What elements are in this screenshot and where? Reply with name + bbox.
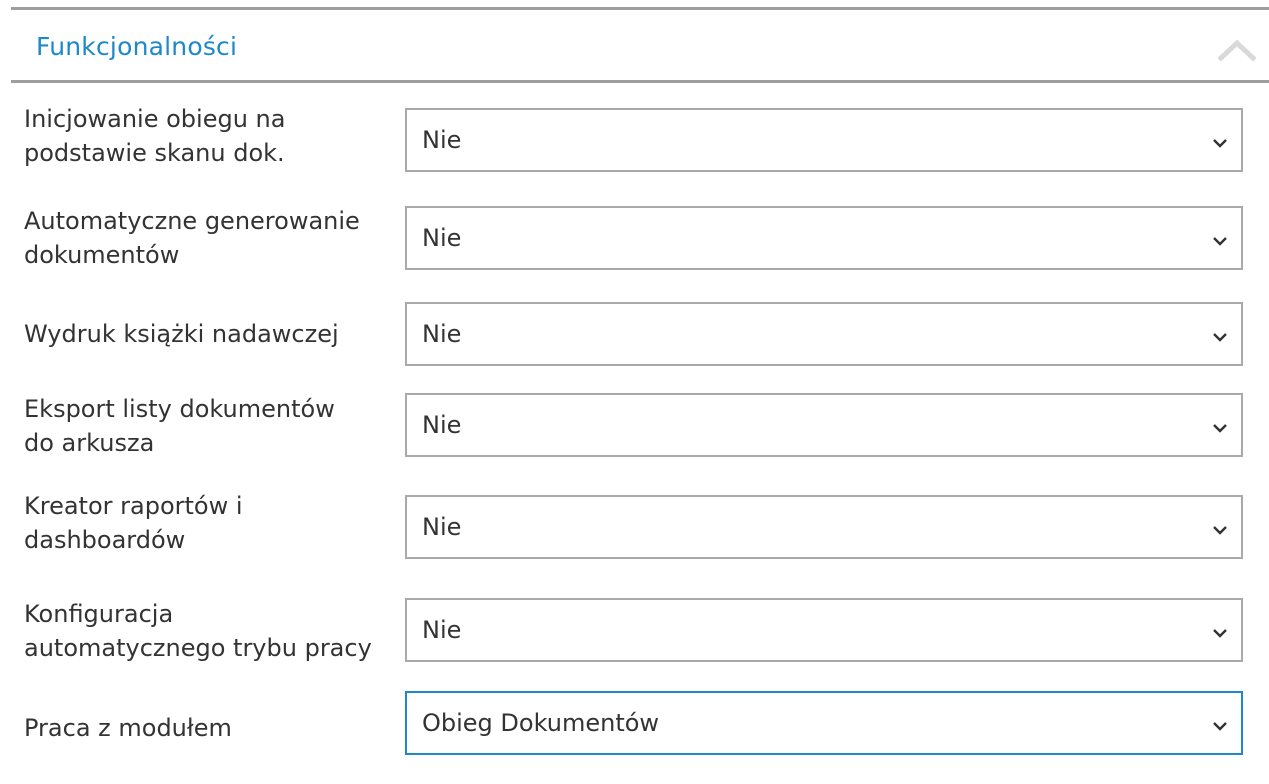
- select-eksport-listy[interactable]: Nie: [405, 393, 1243, 457]
- chevron-down-icon: [1212, 624, 1228, 638]
- select-automatyczne-generowanie[interactable]: Nie: [405, 206, 1243, 270]
- field-row-wydruk-ksiazki: Wydruk książki nadawczej Nie: [0, 293, 1269, 373]
- select-value: Nie: [422, 126, 462, 154]
- field-label: Konfiguracja automatycznego trybu pracy: [24, 600, 372, 662]
- select-value: Nie: [422, 224, 462, 252]
- chevron-down-icon: [1212, 328, 1228, 342]
- field-label: Automatyczne generowanie dokumentów: [24, 207, 360, 269]
- field-row-automatyczne-generowanie: Automatyczne generowanie dokumentów Nie: [0, 196, 1269, 282]
- field-label: Praca z modułem: [24, 714, 232, 742]
- chevron-down-icon: [1212, 521, 1228, 535]
- select-value: Obieg Dokumentów: [422, 709, 660, 737]
- select-praca-z-modulem[interactable]: Obieg Dokumentów: [405, 691, 1243, 755]
- panel-header[interactable]: Funkcjonalności: [11, 10, 1269, 83]
- select-value: Nie: [422, 411, 462, 439]
- chevron-up-icon[interactable]: [1217, 38, 1257, 62]
- select-value: Nie: [422, 320, 462, 348]
- field-row-praca-z-modulem: Praca z modułem Obieg Dokumentów: [0, 684, 1269, 764]
- field-row-eksport-listy: Eksport listy dokumentów do arkusza Nie: [0, 384, 1269, 470]
- field-row-inicjowanie-obiegu: Inicjowanie obiegu na podstawie skanu do…: [0, 98, 1269, 184]
- chevron-down-icon: [1212, 232, 1228, 246]
- chevron-down-icon: [1212, 134, 1228, 148]
- field-label: Wydruk książki nadawczej: [24, 320, 339, 348]
- field-label: Kreator raportów i dashboardów: [24, 492, 243, 554]
- select-kreator-raportow[interactable]: Nie: [405, 495, 1243, 559]
- field-row-konfiguracja-trybu: Konfiguracja automatycznego trybu pracy …: [0, 588, 1269, 674]
- select-wydruk-ksiazki[interactable]: Nie: [405, 302, 1243, 366]
- field-label: Eksport listy dokumentów do arkusza: [24, 395, 335, 457]
- select-value: Nie: [422, 513, 462, 541]
- field-row-kreator-raportow: Kreator raportów i dashboardów Nie: [0, 485, 1269, 571]
- select-value: Nie: [422, 616, 462, 644]
- select-inicjowanie-obiegu[interactable]: Nie: [405, 108, 1243, 172]
- chevron-down-icon: [1212, 717, 1228, 731]
- field-label: Inicjowanie obiegu na podstawie skanu do…: [24, 105, 286, 167]
- chevron-down-icon: [1212, 419, 1228, 433]
- panel-title: Funkcjonalności: [36, 32, 238, 61]
- select-konfiguracja-trybu[interactable]: Nie: [405, 598, 1243, 662]
